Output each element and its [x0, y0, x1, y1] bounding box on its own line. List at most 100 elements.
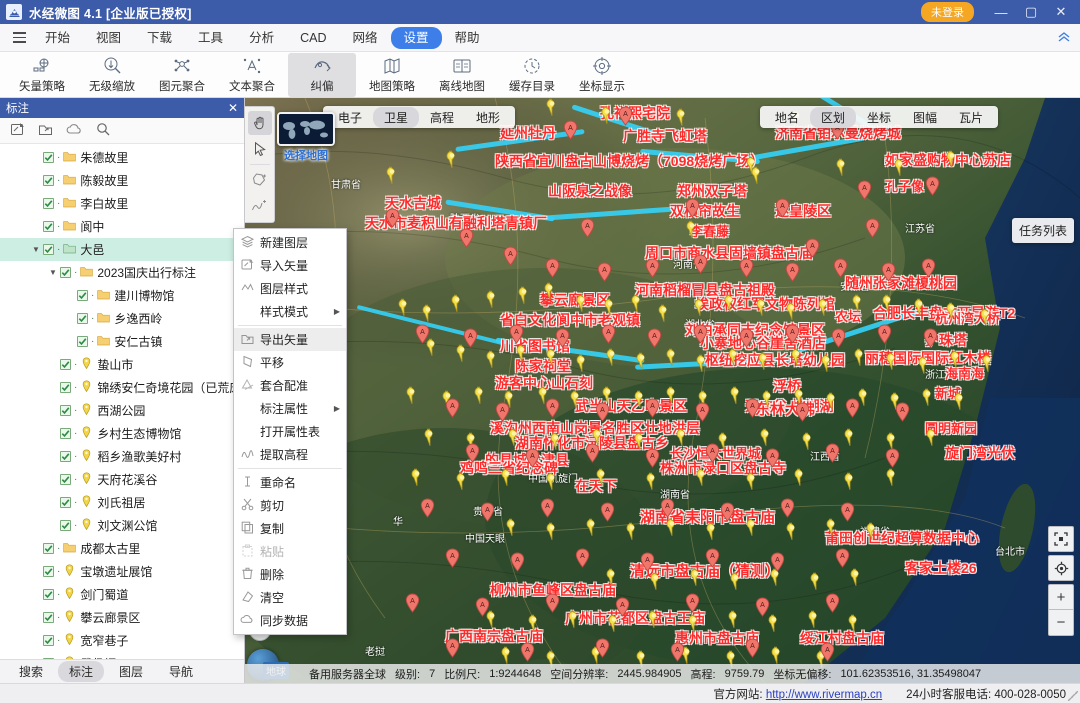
map-marker-pin[interactable]: [705, 522, 719, 544]
tree-node[interactable]: · 刘氏祖居: [0, 491, 244, 514]
menu-item-6[interactable]: 网络: [339, 27, 390, 49]
map-marker-balloon[interactable]: A: [545, 593, 560, 616]
chevron-down-icon[interactable]: ▼: [29, 245, 43, 254]
menu-item-2[interactable]: 下载: [134, 27, 185, 49]
map-marker-pin[interactable]: [605, 568, 619, 590]
map-marker-pin[interactable]: [981, 354, 995, 376]
context-menu-item-6[interactable]: 套合配准: [234, 374, 346, 397]
map-marker-balloon[interactable]: A: [885, 448, 900, 471]
menu-item-5[interactable]: CAD: [287, 27, 339, 49]
map-marker-balloon[interactable]: A: [745, 398, 760, 421]
ribbon-button-vector-strategy[interactable]: 矢量策略: [8, 53, 76, 97]
map-marker-balloon[interactable]: A: [693, 254, 708, 277]
pan-hand-icon[interactable]: [247, 111, 272, 135]
tree-node[interactable]: · 天府花溪谷: [0, 468, 244, 491]
overlay-tab-1[interactable]: 区划: [809, 106, 856, 128]
map-marker-balloon[interactable]: A: [555, 328, 570, 351]
overlay-tab-2[interactable]: 坐标: [856, 107, 902, 128]
tree-node-checkbox[interactable]: [43, 221, 54, 232]
map-marker-balloon[interactable]: A: [765, 448, 780, 471]
tree-node-checkbox[interactable]: [43, 635, 54, 646]
context-menu-item-16[interactable]: 同步数据: [234, 609, 346, 632]
tree-node-checkbox[interactable]: [77, 336, 88, 347]
map-marker-pin[interactable]: [825, 392, 839, 414]
map-marker-pin[interactable]: [675, 428, 689, 450]
map-marker-pin[interactable]: [745, 472, 759, 494]
map-marker-balloon[interactable]: A: [645, 398, 660, 421]
map-marker-pin[interactable]: [567, 610, 581, 632]
map-marker-balloon[interactable]: A: [695, 402, 710, 425]
map-marker-balloon[interactable]: A: [720, 502, 735, 525]
map-marker-pin[interactable]: [635, 352, 649, 374]
map-marker-balloon[interactable]: A: [780, 498, 795, 521]
map-marker-pin[interactable]: [485, 350, 499, 372]
tree-node-checkbox[interactable]: [43, 589, 54, 600]
map-marker-balloon[interactable]: A: [465, 443, 480, 466]
tree-node-checkbox[interactable]: [43, 198, 54, 209]
map-marker-balloon[interactable]: A: [705, 443, 720, 466]
tree-node-checkbox[interactable]: [60, 497, 71, 508]
sidebar-tab-2[interactable]: 图层: [108, 661, 154, 682]
context-menu-item-11[interactable]: 剪切: [234, 494, 346, 517]
map-marker-balloon[interactable]: A: [545, 398, 560, 421]
tree-node[interactable]: · 西湖公园: [0, 399, 244, 422]
menu-item-7[interactable]: 设置: [390, 26, 442, 49]
sidebar-tab-1[interactable]: 标注: [58, 661, 105, 682]
map-marker-balloon[interactable]: A: [600, 502, 615, 525]
context-menu-item-14[interactable]: 删除: [234, 563, 346, 586]
overlay-tab-4[interactable]: 瓦片: [948, 107, 994, 128]
map-marker-pin[interactable]: [949, 350, 963, 372]
map-marker-balloon[interactable]: A: [540, 498, 555, 521]
map-marker-pin[interactable]: [665, 348, 679, 370]
map-marker-pin[interactable]: [953, 392, 967, 414]
map-marker-pin[interactable]: [545, 472, 559, 494]
map-marker-pin[interactable]: [543, 282, 557, 304]
map-marker-pin[interactable]: [865, 522, 879, 544]
tree-node-checkbox[interactable]: [43, 543, 54, 554]
map-marker-balloon[interactable]: A: [785, 324, 800, 347]
map-marker-pin[interactable]: [793, 468, 807, 490]
tree-node[interactable]: · 陈毅故里: [0, 169, 244, 192]
map-marker-balloon[interactable]: A: [601, 324, 616, 347]
map-marker-pin[interactable]: [851, 294, 865, 316]
map-marker-balloon[interactable]: A: [739, 328, 754, 351]
chevron-down-icon[interactable]: ▼: [46, 268, 60, 277]
map-marker-pin[interactable]: [693, 298, 707, 320]
overview-thumbnail[interactable]: [277, 112, 335, 146]
map-marker-pin[interactable]: [630, 294, 644, 316]
search-icon[interactable]: [96, 122, 110, 139]
map-marker-pin[interactable]: [913, 298, 927, 320]
map-marker-pin[interactable]: [790, 348, 804, 370]
import-icon[interactable]: [10, 122, 25, 140]
map-marker-balloon[interactable]: A: [770, 552, 785, 575]
tree-node-checkbox[interactable]: [77, 290, 88, 301]
map-marker-balloon[interactable]: A: [495, 402, 510, 425]
map-marker-pin[interactable]: [397, 298, 411, 320]
context-menu-item-8[interactable]: 打开属性表: [234, 420, 346, 443]
map-marker-pin[interactable]: [885, 468, 899, 490]
tree-node[interactable]: · 宽窄巷子: [0, 629, 244, 652]
map-marker-pin[interactable]: [385, 166, 399, 188]
annotation-tree[interactable]: · 朱德故里 · 陈毅故里 · 李白故里 · 阆中 ▼ · 大邑 ▼ · 2023国庆出行标注 · 建川博物馆…: [0, 144, 244, 659]
tree-node-checkbox[interactable]: [43, 175, 54, 186]
map-marker-pin[interactable]: [625, 522, 639, 544]
map-marker-balloon[interactable]: A: [693, 324, 708, 347]
map-marker-balloon[interactable]: A: [445, 398, 460, 421]
map-marker-balloon[interactable]: A: [820, 642, 835, 665]
map-marker-pin[interactable]: [647, 610, 661, 632]
tree-node-checkbox[interactable]: [60, 474, 71, 485]
map-marker-balloon[interactable]: A: [923, 328, 938, 351]
tree-node-checkbox[interactable]: [43, 612, 54, 623]
map-marker-pin[interactable]: [569, 390, 583, 412]
map-marker-pin[interactable]: [925, 428, 939, 450]
tree-node-checkbox[interactable]: [60, 359, 71, 370]
map-marker-balloon[interactable]: A: [385, 208, 400, 231]
tree-node[interactable]: · 蛰山市: [0, 353, 244, 376]
menu-item-3[interactable]: 工具: [185, 27, 236, 49]
locate-compass-icon[interactable]: [1048, 555, 1074, 581]
map-marker-balloon[interactable]: A: [445, 638, 460, 661]
ribbon-button-text-cluster[interactable]: 文本聚合: [218, 53, 286, 97]
map-marker-pin[interactable]: [723, 294, 737, 316]
map-marker-balloon[interactable]: A: [857, 180, 872, 203]
ribbon-button-stepless-zoom[interactable]: 无级缩放: [78, 53, 146, 97]
